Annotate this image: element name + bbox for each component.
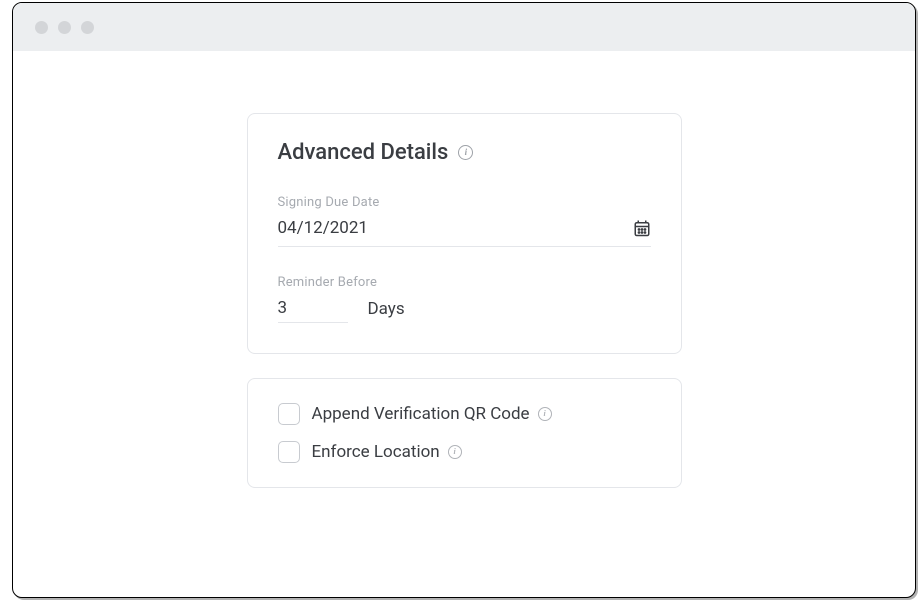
advanced-details-card: Advanced Details i Signing Due Date xyxy=(247,113,682,354)
append-qr-label: Append Verification QR Code xyxy=(312,404,530,424)
reminder-before-label: Reminder Before xyxy=(278,275,651,290)
enforce-location-row: Enforce Location i xyxy=(278,441,651,463)
options-card: Append Verification QR Code i Enforce Lo… xyxy=(247,378,682,488)
append-qr-checkbox[interactable] xyxy=(278,403,300,425)
window-control-dot[interactable] xyxy=(58,21,71,34)
enforce-location-checkbox[interactable] xyxy=(278,441,300,463)
info-icon[interactable]: i xyxy=(538,407,552,421)
enforce-location-label-wrap: Enforce Location i xyxy=(312,442,462,462)
append-qr-label-wrap: Append Verification QR Code i xyxy=(312,404,552,424)
signing-due-date-input[interactable] xyxy=(278,218,478,238)
info-icon[interactable]: i xyxy=(458,145,473,160)
signing-due-date-label: Signing Due Date xyxy=(278,195,651,210)
signing-due-date-row xyxy=(278,218,651,247)
window-control-dot[interactable] xyxy=(81,21,94,34)
advanced-details-title: Advanced Details xyxy=(278,140,449,165)
card-title-row: Advanced Details i xyxy=(278,140,651,165)
append-qr-row: Append Verification QR Code i xyxy=(278,403,651,425)
reminder-before-input[interactable] xyxy=(278,298,348,323)
content-area: Advanced Details i Signing Due Date xyxy=(13,51,915,488)
enforce-location-label: Enforce Location xyxy=(312,442,440,462)
reminder-before-row: Days xyxy=(278,298,651,323)
window-control-dot[interactable] xyxy=(35,21,48,34)
window-titlebar xyxy=(13,3,915,51)
calendar-icon[interactable] xyxy=(633,219,651,237)
reminder-before-field: Reminder Before Days xyxy=(278,275,651,323)
signing-due-date-field: Signing Due Date xyxy=(278,195,651,247)
info-icon[interactable]: i xyxy=(448,445,462,459)
app-window: Advanced Details i Signing Due Date xyxy=(12,2,916,598)
reminder-before-suffix: Days xyxy=(368,299,405,323)
